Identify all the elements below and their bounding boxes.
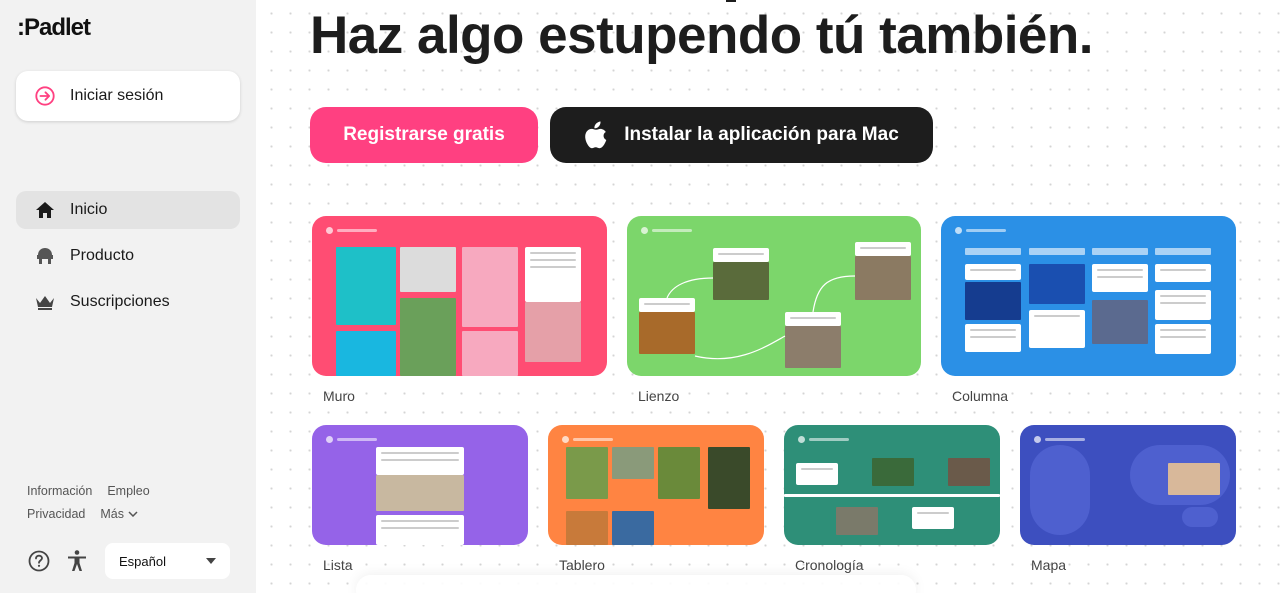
padlet-logo[interactable]: :Padlet (17, 14, 91, 42)
link-privacidad[interactable]: Privacidad (27, 507, 85, 521)
chevron-down-icon (128, 511, 138, 517)
format-thumbnail-lista (312, 425, 528, 545)
format-label: Tablero (559, 557, 605, 573)
sidebar-item-producto[interactable]: Producto (16, 237, 240, 275)
home-icon (34, 199, 56, 221)
link-mas[interactable]: Más (100, 507, 138, 521)
format-card-lienzo[interactable]: Lienzo (627, 216, 921, 404)
sidebar-item-label: Producto (70, 247, 135, 264)
crown-icon (34, 291, 56, 313)
format-thumbnail-columna (941, 216, 1236, 376)
register-button-label: Registrarse gratis (343, 124, 505, 145)
bottom-bar: Español (27, 543, 230, 579)
format-thumbnail-cronologia (784, 425, 1000, 545)
format-card-columna[interactable]: Columna (941, 216, 1236, 404)
format-card-muro[interactable]: Muro (312, 216, 607, 404)
sidebar-item-label: Suscripciones (70, 293, 170, 310)
format-label: Columna (952, 388, 1009, 404)
signin-button[interactable]: Iniciar sesión (16, 71, 240, 121)
format-card-tablero[interactable]: Tablero (548, 425, 764, 573)
link-informacion[interactable]: Información (27, 484, 92, 498)
format-thumbnail-lienzo (627, 216, 921, 376)
link-empleo[interactable]: Empleo (107, 484, 149, 498)
product-icon (34, 245, 56, 267)
link-mas-label: Más (100, 507, 124, 521)
format-label: Muro (323, 388, 355, 404)
language-select[interactable]: Español (105, 543, 230, 579)
footer-links: Información Empleo Privacidad Más (27, 484, 150, 530)
format-label: Lienzo (638, 388, 680, 404)
format-thumbnail-mapa (1020, 425, 1236, 545)
accessibility-icon[interactable] (65, 549, 89, 573)
sidebar-nav: Inicio Producto Suscripciones (16, 191, 240, 329)
format-label: Lista (323, 557, 353, 573)
signin-label: Iniciar sesión (70, 87, 164, 104)
apple-icon (585, 121, 607, 149)
help-icon[interactable] (27, 549, 51, 573)
format-card-cronologia[interactable]: Cronología (784, 425, 1000, 573)
install-mac-button[interactable]: Instalar la aplicación para Mac (550, 107, 933, 163)
page-headline: Haz algo estupendo tú también. (310, 6, 1094, 65)
register-button[interactable]: Registrarse gratis (310, 107, 538, 163)
format-thumbnail-muro (312, 216, 607, 376)
sidebar-item-inicio[interactable]: Inicio (16, 191, 240, 229)
install-mac-button-label: Instalar la aplicación para Mac (624, 124, 899, 145)
language-value: Español (119, 553, 166, 569)
format-label: Cronología (795, 557, 864, 573)
sidebar-item-suscripciones[interactable]: Suscripciones (16, 283, 240, 321)
sidebar: :Padlet Iniciar sesión Inicio Producto S… (0, 0, 256, 593)
main-content: Haz algo estupendo tú también. Registrar… (256, 0, 1280, 593)
format-thumbnail-tablero (548, 425, 764, 545)
canvas-connector-lines (666, 275, 856, 360)
bottom-overlay (356, 575, 916, 593)
format-card-mapa[interactable]: Mapa (1020, 425, 1236, 573)
arrow-circle-right-icon (35, 86, 55, 106)
caret-down-icon (206, 558, 216, 564)
format-label: Mapa (1031, 557, 1067, 573)
sidebar-item-label: Inicio (70, 201, 108, 218)
clipped-text-fragment (726, 0, 736, 2)
format-card-lista[interactable]: Lista (312, 425, 528, 573)
